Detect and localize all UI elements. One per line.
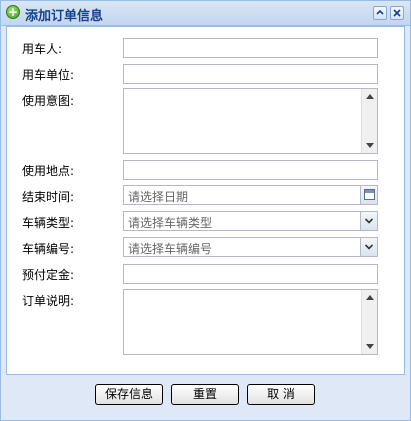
location-label: 使用地点: [22,164,75,178]
end-time-datepicker[interactable]: 请选择日期 [123,185,378,205]
unit-input[interactable] [123,64,378,84]
user-label: 用车人: [22,42,63,56]
vehicle-type-placeholder: 请选择车辆类型 [128,216,213,230]
note-label: 订单说明: [22,294,75,308]
scroll-up-icon[interactable] [366,94,374,99]
chevron-down-icon [365,218,373,224]
vehicle-type-label: 车辆类型: [22,216,75,230]
chevron-down-icon [365,244,373,250]
collapse-button[interactable] [373,6,387,20]
scroll-up-icon[interactable] [366,295,374,300]
dialog-titlebar[interactable]: + 添加订单信息 [1,1,410,26]
deposit-input[interactable] [123,264,378,284]
chevron-up-icon [376,9,384,15]
purpose-label: 使用意图: [22,94,75,108]
vehicle-type-select[interactable]: 请选择车辆类型 [123,211,378,231]
end-time-placeholder: 请选择日期 [128,190,189,204]
purpose-textarea[interactable] [123,88,378,154]
deposit-label: 预付定金: [22,268,75,282]
close-button[interactable] [390,6,404,20]
scroll-down-icon[interactable] [366,344,374,349]
vehicle-no-dropdown-button[interactable] [360,237,378,257]
note-scrollbar[interactable] [361,290,377,354]
user-input[interactable] [123,38,378,58]
calendar-button[interactable] [360,185,378,205]
note-textarea[interactable] [123,289,378,355]
save-button[interactable]: 保存信息 [95,384,163,405]
vehicle-no-placeholder: 请选择车辆编号 [128,242,213,256]
unit-label: 用车单位: [22,68,75,82]
reset-button[interactable]: 重置 [171,384,239,405]
add-icon: + [6,5,20,19]
location-input[interactable] [123,160,378,180]
purpose-scrollbar[interactable] [361,89,377,153]
cancel-button[interactable]: 取 消 [247,384,315,405]
close-icon [393,9,401,17]
calendar-icon [364,189,375,200]
dialog-title: 添加订单信息 [25,9,104,24]
vehicle-type-dropdown-button[interactable] [360,211,378,231]
end-time-label: 结束时间: [22,190,75,204]
vehicle-no-select[interactable]: 请选择车辆编号 [123,237,378,257]
scroll-down-icon[interactable] [366,143,374,148]
vehicle-no-label: 车辆编号: [22,242,75,256]
